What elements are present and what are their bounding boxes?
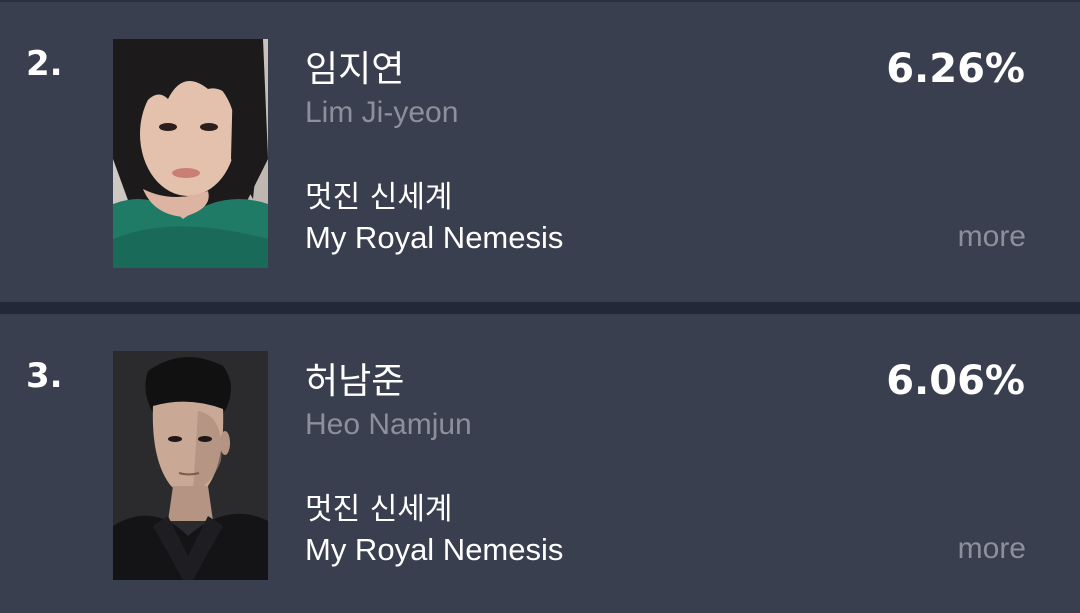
- actor-name-korean: 허남준: [305, 361, 405, 402]
- ranking-item[interactable]: 2. 임지연 Lim Ji-yeon 멋진 신세계 My Royal Nemes…: [0, 2, 1080, 302]
- ranking-item[interactable]: 3. 허남준 Heo Namjun 멋진 신세계 My Royal Nemesi…: [0, 314, 1080, 613]
- ranking-list: 2. 임지연 Lim Ji-yeon 멋진 신세계 My Royal Nemes…: [0, 0, 1080, 613]
- actor-photo[interactable]: [113, 39, 268, 268]
- actor-photo[interactable]: [113, 351, 268, 580]
- rank-number: 3.: [26, 356, 63, 396]
- show-title-korean: 멋진 신세계: [305, 180, 453, 215]
- more-link[interactable]: more: [958, 532, 1026, 566]
- actor-name-english: Heo Namjun: [305, 408, 472, 441]
- rank-number: 2.: [26, 44, 63, 84]
- item-divider: [0, 302, 1080, 314]
- actor-name-english: Lim Ji-yeon: [305, 96, 459, 129]
- show-title-english: My Royal Nemesis: [305, 220, 564, 255]
- portrait-image: [113, 351, 268, 580]
- vote-percentage: 6.26%: [886, 46, 1025, 92]
- actor-name-korean: 임지연: [305, 49, 405, 90]
- show-title-korean: 멋진 신세계: [305, 492, 453, 527]
- vote-percentage: 6.06%: [886, 358, 1025, 404]
- portrait-image: [113, 39, 268, 268]
- more-link[interactable]: more: [958, 220, 1026, 254]
- show-title-english: My Royal Nemesis: [305, 532, 564, 567]
